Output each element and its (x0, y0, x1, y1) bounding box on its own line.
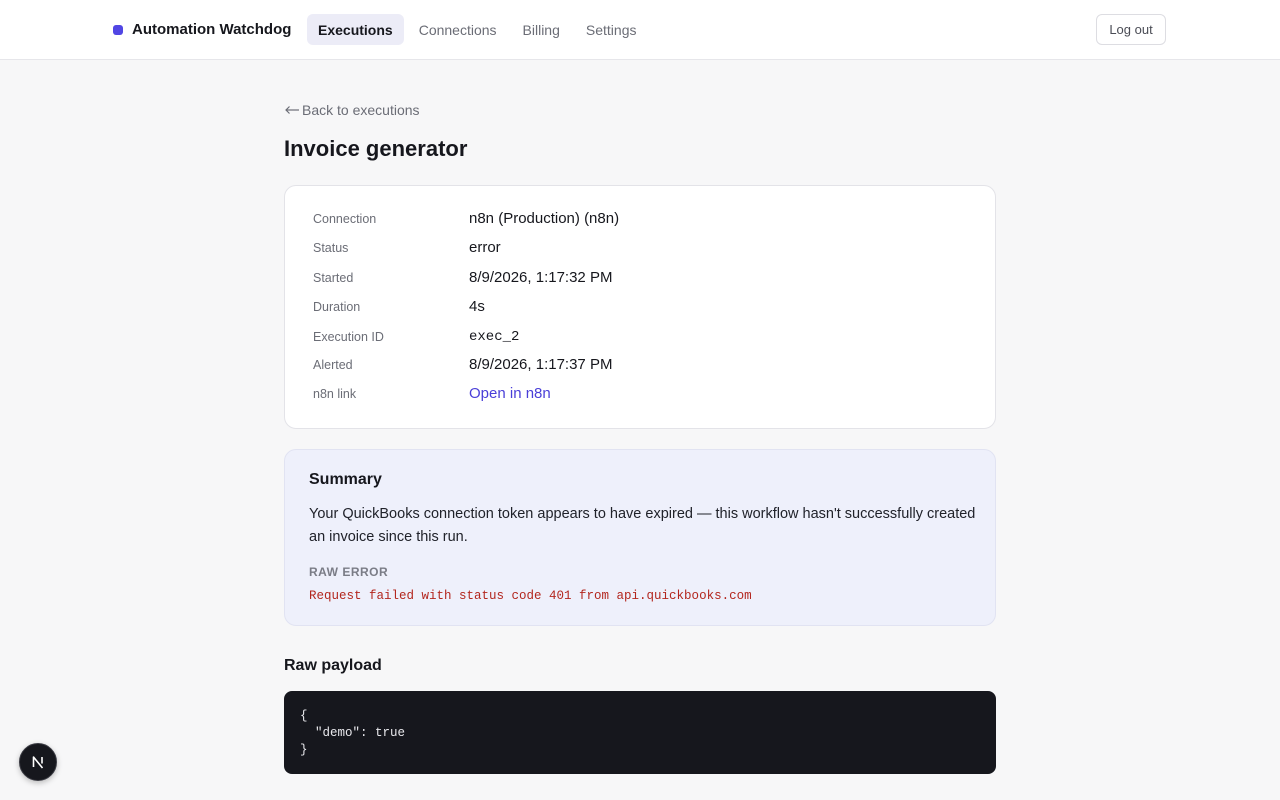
open-in-n8n-link[interactable]: Open in n8n (469, 383, 551, 405)
next-logo-icon (32, 756, 44, 769)
detail-label: Duration (313, 300, 361, 314)
top-navigation-bar: Automation Watchdog Executions Connectio… (0, 0, 1280, 60)
detail-label: Connection (313, 212, 377, 226)
detail-row-execution-id: Execution ID exec_2 (313, 326, 973, 348)
brand[interactable]: Automation Watchdog (113, 0, 291, 59)
detail-value-duration: 4s (469, 298, 485, 315)
raw-error-text: Request failed with status code 401 from… (309, 589, 752, 603)
back-link-label: Back to executions (302, 102, 420, 118)
arrow-left-icon (285, 106, 299, 114)
detail-row-n8n-link: n8n link Open in n8n (313, 383, 973, 405)
detail-label: Started (313, 271, 354, 285)
page-title: Invoice generator (284, 136, 468, 161)
detail-label: Status (313, 241, 349, 255)
logout-button[interactable]: Log out (1096, 14, 1166, 45)
raw-payload-code: { "demo": true } (300, 709, 406, 757)
detail-label: n8n link (313, 387, 357, 401)
next-dev-badge[interactable] (19, 743, 57, 781)
detail-label: Alerted (313, 358, 353, 372)
detail-row-duration: Duration 4s (313, 296, 973, 318)
brand-name: Automation Watchdog (132, 21, 292, 38)
back-to-executions-link[interactable]: Back to executions (284, 102, 420, 118)
summary-title: Summary (309, 471, 382, 488)
nav-item-connections[interactable]: Connections (408, 14, 508, 45)
detail-value-connection: n8n (Production) (n8n) (469, 210, 620, 227)
nav-item-billing[interactable]: Billing (512, 14, 571, 45)
brand-dot-icon (113, 24, 123, 35)
detail-row-connection: Connection n8n (Production) (n8n) (313, 208, 973, 230)
detail-value-status: error (469, 239, 501, 256)
detail-label: Execution ID (313, 330, 384, 344)
main-nav: Executions Connections Billing Settings (307, 14, 647, 45)
nav-item-settings[interactable]: Settings (575, 14, 648, 45)
raw-payload-title: Raw payload (284, 657, 382, 674)
raw-error-label: RAW ERROR (309, 565, 389, 579)
raw-payload-block: { "demo": true } (284, 691, 996, 774)
detail-value-execution-id: exec_2 (469, 329, 520, 345)
nav-item-executions[interactable]: Executions (307, 14, 404, 45)
execution-details-card: Connection n8n (Production) (n8n) Status… (284, 185, 996, 429)
detail-row-started: Started 8/9/2026, 1:17:32 PM (313, 267, 973, 289)
summary-card: Summary Your QuickBooks connection token… (284, 449, 996, 626)
detail-value-alerted: 8/9/2026, 1:17:37 PM (469, 356, 613, 373)
summary-text: Your QuickBooks connection token appears… (309, 506, 976, 545)
detail-value-started: 8/9/2026, 1:17:32 PM (469, 269, 613, 286)
detail-row-alerted: Alerted 8/9/2026, 1:17:37 PM (313, 354, 973, 376)
detail-row-status: Status error (313, 237, 973, 259)
